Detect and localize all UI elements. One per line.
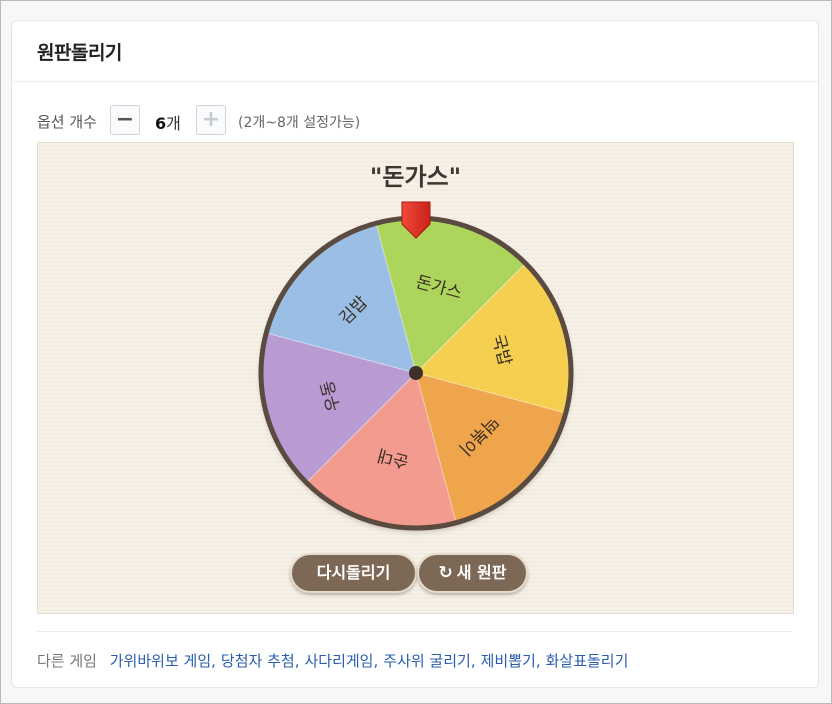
other-game-link[interactable]: 화살표돌리기 <box>546 652 629 670</box>
option-count-row: 옵션 개수 − 6개 + (2개~8개 설정가능) <box>37 105 437 135</box>
page-title: 원판돌리기 <box>37 42 122 64</box>
window-frame: 원판돌리기 옵션 개수 − 6개 + (2개~8개 설정가능) "돈가스" 돈가… <box>0 0 832 704</box>
other-games-label: 다른 게임 <box>37 652 97 670</box>
count-unit: 개 <box>166 114 181 133</box>
roulette-card: 원판돌리기 옵션 개수 − 6개 + (2개~8개 설정가능) "돈가스" 돈가… <box>11 20 819 688</box>
other-game-link[interactable]: 주사위 굴리기 <box>383 652 471 670</box>
link-separator: , <box>535 652 541 670</box>
spin-again-button[interactable]: 다시돌리기 <box>290 553 417 593</box>
wheel-hub <box>409 366 423 380</box>
divider <box>37 631 792 632</box>
roulette-wheel[interactable]: 돈가스국밥떡볶이순대우동김밥 <box>38 143 793 613</box>
other-games: 다른 게임 가위바위보 게임, 당첨자 추첨, 사다리게임, 주사위 굴리기, 제비뽑기… <box>37 650 628 671</box>
option-count-value: 6개 <box>155 110 181 134</box>
other-game-link[interactable]: 가위바위보 게임 <box>110 652 211 670</box>
other-game-link[interactable]: 당첨자 추첨 <box>221 652 295 670</box>
option-count-label: 옵션 개수 <box>37 113 97 131</box>
count-number: 6 <box>155 114 167 133</box>
refresh-icon: ↻ <box>438 563 453 583</box>
link-separator: , <box>211 652 216 670</box>
roulette-stage: "돈가스" 돈가스 국밥 떡볶이 순대 우동 김밥 다시돌리기 ↻ 새 원판 <box>37 142 794 614</box>
link-separator: , <box>470 652 476 670</box>
increase-button[interactable]: + <box>196 105 226 135</box>
link-separator: , <box>294 652 300 670</box>
link-separator: , <box>373 652 379 670</box>
decrease-button[interactable]: − <box>110 105 140 135</box>
new-wheel-label: 새 원판 <box>456 563 507 582</box>
other-game-link[interactable]: 제비뽑기 <box>481 652 536 670</box>
card-header: 원판돌리기 <box>12 21 818 82</box>
option-range-note: (2개~8개 설정가능) <box>238 115 361 131</box>
other-game-link[interactable]: 사다리게임 <box>304 652 373 670</box>
new-wheel-button[interactable]: ↻ 새 원판 <box>417 553 528 593</box>
